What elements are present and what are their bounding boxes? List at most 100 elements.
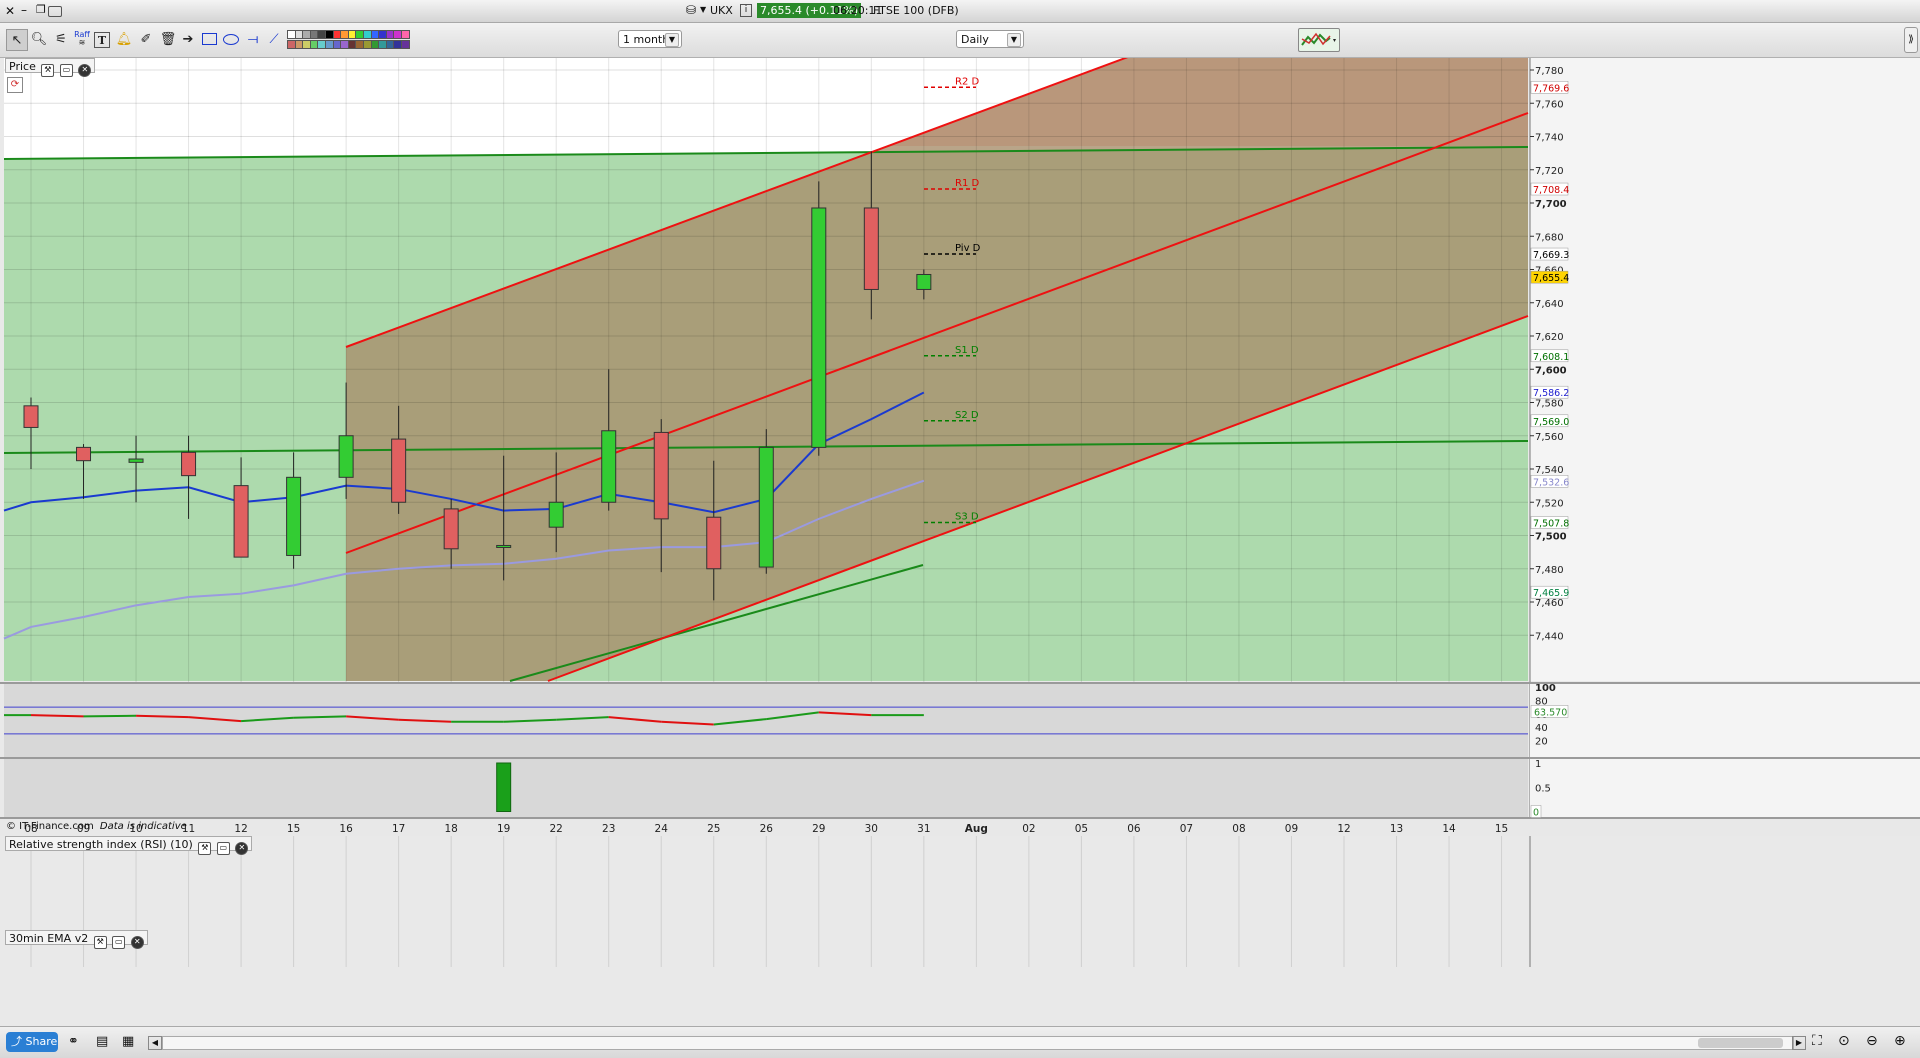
minimize-window-icon[interactable]: –	[21, 3, 27, 17]
share-label: Share	[25, 1035, 58, 1048]
share-button[interactable]: ⤴ Share	[6, 1032, 58, 1052]
horizontal-line-tool-icon[interactable]: ⟞	[243, 29, 263, 49]
interval-select[interactable]: Daily ▼	[956, 30, 1024, 48]
chart-toolbar: ↖ 🔍︎ ⚟ Raff ≋ T 🔔︎ ✐ 🗑︎ ➔ ⟞ ⟋ 1 month ▼ …	[0, 23, 1920, 58]
restore-window-icon[interactable]: ❐	[36, 3, 46, 16]
chevron-down-icon: ▼	[1007, 33, 1021, 47]
candle-body[interactable]	[286, 476, 302, 556]
rsi-line-segment	[83, 714, 137, 718]
header-symbol[interactable]: UKX	[710, 4, 733, 17]
rsi-panel-title: Relative strength index (RSI) (10)	[9, 838, 193, 851]
candle-body[interactable]	[128, 458, 144, 463]
zoom-tool-icon[interactable]: 🔍︎	[29, 29, 49, 49]
candle-body[interactable]	[916, 273, 932, 290]
scroll-right-icon[interactable]: ▶	[1792, 1036, 1806, 1050]
chart-style-button[interactable]	[1298, 28, 1340, 52]
ellipse-tool-icon[interactable]	[221, 29, 241, 49]
symbol-dropdown-icon[interactable]: ▼	[700, 5, 706, 14]
chart-style-icon	[1301, 32, 1336, 46]
zoom-reset-icon[interactable]: ⊙	[1838, 1033, 1850, 1049]
candle-body[interactable]	[548, 501, 564, 528]
date-axis-label: 16	[339, 823, 353, 835]
pivot-label: S2 D	[955, 410, 979, 421]
ema-panel-bg	[4, 759, 1528, 817]
price-axis-label: 7,760	[1535, 99, 1564, 110]
candle-body[interactable]	[653, 431, 669, 520]
price-panel-title: Price	[9, 60, 36, 73]
axis-badge: 7,769.6	[1533, 83, 1569, 94]
rsi-axis-label: 40	[1535, 723, 1548, 734]
wrench-icon[interactable]: ⚒	[198, 842, 212, 855]
candle-body[interactable]	[181, 451, 197, 477]
wrench-icon[interactable]: ⚒	[93, 936, 107, 949]
text-tool-icon[interactable]: T	[94, 32, 110, 48]
period-select[interactable]: 1 month ▼	[618, 30, 682, 48]
price-axis-label: 7,500	[1535, 532, 1567, 543]
ema-value-badge: 0	[1533, 808, 1539, 819]
candle-body[interactable]	[758, 446, 774, 568]
ema-panel-title: 30min EMA v2	[9, 932, 89, 945]
price-axis-bg	[1530, 58, 1920, 681]
zoom-out-icon[interactable]: ⊖	[1866, 1033, 1878, 1049]
candle-body[interactable]	[601, 430, 617, 503]
close-panel-icon[interactable]: ✕	[130, 936, 144, 949]
candle-body[interactable]	[811, 207, 827, 448]
date-axis-label: 05	[1075, 823, 1088, 835]
brush-tool-icon[interactable]: ✐	[136, 29, 156, 49]
rsi-value-badge: 63.570	[1534, 707, 1567, 718]
indicative-text: Data is indicative	[99, 821, 187, 832]
scrollbar-thumb[interactable]	[1698, 1038, 1783, 1048]
indicator-tool-icon[interactable]: ⚟	[51, 29, 71, 49]
candle-body[interactable]	[76, 446, 92, 462]
wrench-icon[interactable]: ⚒	[41, 64, 55, 77]
window-icon[interactable]: ▭	[216, 842, 230, 855]
candle-body[interactable]	[338, 435, 354, 478]
color-swatch[interactable]	[401, 40, 410, 49]
panel-separator	[0, 817, 1920, 819]
keyboard-icon[interactable]	[48, 6, 62, 17]
alert-bell-icon[interactable]: 🔔︎	[114, 29, 134, 49]
chart-area[interactable]: R2 D R1 D Piv D S1 D S2 D S3 D 7,780 7,760 7,740…	[0, 58, 1920, 1026]
candle-body[interactable]	[233, 485, 249, 558]
panel-toggle-icon[interactable]: ⟫	[1904, 27, 1918, 53]
price-axis-label: 7,520	[1535, 498, 1564, 509]
info-icon[interactable]: i	[740, 4, 752, 17]
rsi-line-segment	[293, 715, 347, 719]
trash-icon[interactable]: 🗑︎	[158, 29, 178, 49]
axis-badge: 7,655.4	[1533, 273, 1569, 284]
candle-body[interactable]	[496, 544, 512, 548]
window-icon[interactable]: ▭	[112, 936, 126, 949]
candle-body[interactable]	[23, 405, 39, 428]
arrow-right-icon[interactable]: ➔	[178, 29, 198, 49]
candle-body[interactable]	[443, 508, 459, 550]
price-panel-label[interactable]: Price ⚒ ▭ ✕	[5, 58, 96, 77]
layout-icon[interactable]: ▤	[96, 1034, 108, 1049]
rectangle-tool-icon[interactable]	[199, 29, 219, 49]
raff-channel-tool-icon[interactable]: Raff ≋	[72, 29, 92, 49]
zoom-in-icon[interactable]: ⊕	[1894, 1033, 1906, 1049]
candle-body[interactable]	[706, 516, 722, 570]
refresh-icon[interactable]: ⟳	[7, 77, 23, 93]
ema-panel-label[interactable]: 30min EMA v2 ⚒ ▭ ✕	[5, 930, 148, 949]
candle-body[interactable]	[391, 438, 407, 503]
price-axis-label: 7,700	[1535, 199, 1567, 210]
price-axis-label: 7,620	[1535, 332, 1564, 343]
trendline-tool-icon[interactable]: ⟋	[264, 29, 284, 49]
link-icon[interactable]: ⚭	[68, 1034, 79, 1049]
chevron-down-icon: ▼	[665, 33, 679, 47]
date-axis-label: 09	[1285, 823, 1298, 835]
horizontal-scrollbar[interactable]	[162, 1036, 1794, 1050]
pointer-tool-icon[interactable]: ↖	[6, 29, 28, 51]
grid-icon[interactable]: ▦	[122, 1034, 134, 1049]
scroll-left-icon[interactable]: ◀	[148, 1036, 162, 1050]
color-swatches[interactable]	[287, 28, 412, 52]
rsi-panel-label[interactable]: Relative strength index (RSI) (10) ⚒ ▭ ✕	[5, 836, 253, 855]
window-icon[interactable]: ▭	[59, 64, 73, 77]
fit-chart-icon[interactable]: ⛶	[1812, 1033, 1822, 1049]
ema-axis-bg	[1530, 759, 1920, 817]
date-axis-label: 14	[1442, 823, 1456, 835]
rsi-line-segment	[136, 714, 189, 719]
color-swatch[interactable]	[401, 30, 410, 39]
candle-body[interactable]	[863, 207, 879, 290]
close-window-icon[interactable]: ✕	[5, 4, 15, 18]
